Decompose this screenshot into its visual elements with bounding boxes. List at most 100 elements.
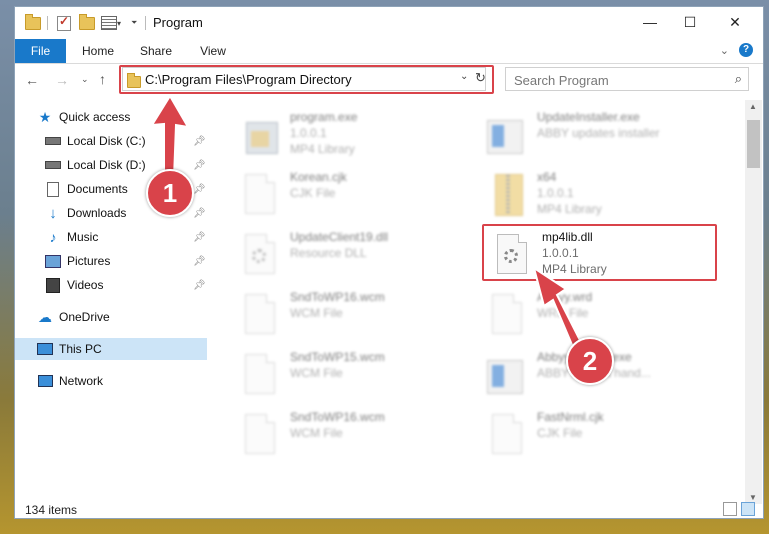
file-name: SndToWP15.wcm [290, 350, 385, 364]
sidebar-item-label: Network [59, 374, 104, 388]
quick-access-menu-icon[interactable]: ⏷ [131, 14, 137, 32]
sidebar-item-videos[interactable]: Videos 📌︎ [15, 274, 207, 296]
file-name: FastNrml.cjk [537, 410, 604, 424]
download-icon: ↓ [49, 204, 57, 222]
back-arrow-icon[interactable]: ← [25, 72, 39, 88]
customize-dropdown-icon[interactable]: ▾ [117, 14, 121, 32]
sidebar-item-label: Music [67, 230, 99, 244]
up-arrow-icon[interactable]: ↑ [99, 71, 106, 87]
properties-check-icon[interactable] [57, 14, 71, 32]
dll-icon [240, 234, 280, 280]
program-icon [240, 114, 280, 160]
navigation-pane: ★ Quick access Local Disk (C:) 📌︎ Local … [15, 100, 207, 500]
file-name: program.exe [290, 110, 358, 124]
sidebar-item-label: Downloads [67, 206, 127, 220]
file-item[interactable]: SndToWP15.wcm WCM File [240, 350, 480, 406]
separator [47, 14, 48, 32]
pin-icon[interactable]: 📌︎ [193, 208, 206, 219]
status-bar: 134 items [15, 500, 763, 518]
cloud-icon: ☁ [38, 308, 52, 325]
file-detail: WCM File [290, 306, 343, 320]
tab-file[interactable]: File [15, 39, 66, 63]
tab-share[interactable]: Share [133, 39, 179, 63]
exe-icon [487, 114, 527, 160]
forward-arrow-icon[interactable]: → [55, 72, 69, 88]
file-detail: 1.0.0.1 [290, 126, 327, 140]
file-explorer-window: ▾ ⏷ Program — ☐ ✕ File Home Share View ⌄… [14, 6, 764, 519]
file-item[interactable]: x64 1.0.0.1 MP4 Library [487, 170, 727, 226]
properties-icon[interactable] [101, 14, 117, 32]
file-item[interactable]: SndToWP16.wcm WCM File [240, 410, 480, 466]
sidebar-item-label: Pictures [67, 254, 111, 268]
pin-icon[interactable]: 📌︎ [193, 136, 206, 147]
help-icon[interactable]: ? [739, 43, 753, 57]
chevron-down-icon[interactable]: ⌄ [720, 44, 729, 57]
pin-icon[interactable]: 📌︎ [193, 256, 206, 267]
file-item[interactable]: Korean.cjk CJK File [240, 170, 480, 226]
mp4lib-highlight [482, 224, 717, 281]
sidebar-item-pictures[interactable]: Pictures 📌︎ [15, 250, 207, 272]
sidebar-item-music[interactable]: ♪ Music 📌︎ [15, 226, 207, 248]
file-item[interactable]: program.exe 1.0.0.1 MP4 Library [240, 110, 480, 166]
sidebar-item-this-pc[interactable]: This PC [15, 338, 207, 360]
document-icon [45, 181, 61, 197]
file-item[interactable]: UpdateClient19.dll Resource DLL [240, 230, 480, 286]
star-icon: ★ [38, 108, 52, 125]
sidebar-item-network[interactable]: Network [15, 370, 207, 392]
file-name: SndToWP16.wcm [290, 410, 385, 424]
pin-icon[interactable]: 📌︎ [193, 280, 206, 291]
file-name: SndToWP16.wcm [290, 290, 385, 304]
maximize-button[interactable]: ☐ [667, 7, 713, 37]
sidebar-item-label: OneDrive [59, 310, 110, 324]
step-1-badge: 1 [146, 169, 194, 217]
search-box[interactable]: Search Program ⌕ [505, 67, 749, 91]
sidebar-item-local-disk-c[interactable]: Local Disk (C:) 📌︎ [15, 130, 207, 152]
file-item[interactable]: UpdateInstaller.exe ABBY updates install… [487, 110, 727, 166]
drive-icon [45, 133, 61, 149]
tab-view[interactable]: View [191, 39, 235, 63]
sidebar-item-onedrive[interactable]: ☁ OneDrive [15, 306, 207, 328]
pin-icon[interactable]: 📌︎ [193, 232, 206, 243]
vertical-scrollbar[interactable]: ▲ ▼ [745, 100, 762, 504]
file-name: x64 [537, 170, 557, 184]
file-item[interactable]: SndToWP16.wcm WCM File [240, 290, 480, 346]
file-item[interactable]: Abbyy.wrd WRD File [487, 290, 727, 346]
ribbon-tabs: File Home Share View ⌄ ? [15, 39, 763, 64]
folder-icon[interactable] [25, 13, 41, 32]
details-view-icon[interactable] [723, 502, 737, 516]
file-detail: Resource DLL [290, 246, 367, 260]
sidebar-item-label: Documents [67, 182, 128, 196]
scroll-up-icon[interactable]: ▲ [749, 102, 757, 111]
file-item[interactable]: FastNrml.cjk CJK File [487, 410, 727, 466]
search-icon[interactable]: ⌕ [735, 71, 742, 87]
step-2-badge: 2 [566, 337, 614, 385]
file-detail: WCM File [290, 366, 343, 380]
file-icon [240, 354, 280, 400]
computer-icon [37, 341, 53, 357]
scrollbar-thumb[interactable] [747, 120, 760, 168]
close-button[interactable]: ✕ [712, 7, 758, 37]
file-list: program.exe 1.0.0.1 MP4 Library UpdateIn… [210, 100, 746, 498]
pin-icon[interactable]: 📌︎ [193, 184, 206, 195]
file-detail: WRD File [537, 306, 589, 320]
recent-locations-chevron-icon[interactable]: ⌄ [81, 74, 89, 85]
file-detail: 1.0.0.1 [537, 186, 574, 200]
file-icon [240, 294, 280, 340]
title-bar: ▾ ⏷ Program — ☐ ✕ [15, 7, 763, 39]
drive-icon [45, 157, 61, 173]
picture-icon [45, 253, 61, 269]
file-detail: MP4 Library [537, 202, 602, 216]
separator [145, 14, 146, 32]
sidebar-item-label: This PC [59, 342, 102, 356]
pin-icon[interactable]: 📌︎ [193, 160, 206, 171]
file-detail: CJK File [290, 186, 336, 200]
tiles-view-icon[interactable] [741, 502, 755, 516]
file-icon [240, 174, 280, 220]
sidebar-item-quick-access[interactable]: ★ Quick access [15, 106, 207, 128]
sidebar-item-label: Quick access [59, 110, 131, 124]
new-folder-icon[interactable] [79, 13, 95, 32]
search-input[interactable]: Search Program [514, 73, 609, 88]
tab-home[interactable]: Home [75, 39, 121, 63]
sidebar-item-label: Local Disk (D:) [67, 158, 146, 172]
file-icon [487, 414, 527, 460]
